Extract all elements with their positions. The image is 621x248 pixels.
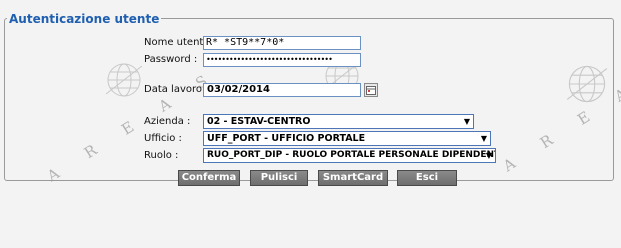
chevron-down-icon: ▼ — [480, 134, 487, 143]
ufficio-label: Ufficio : — [144, 133, 182, 144]
clear-button[interactable]: Pulisci — [250, 170, 308, 186]
username-field[interactable]: R* *ST9**7*0* — [203, 36, 361, 50]
calendar-icon[interactable] — [364, 83, 378, 97]
ruolo-value: RUO_PORT_DIP - RUOLO PORTALE PERSONALE D… — [207, 150, 496, 160]
password-field[interactable]: ••••••••••••••••••••••••••••••••• — [203, 53, 361, 67]
ufficio-select[interactable]: UFF_PORT - UFFICIO PORTALE ▼ — [203, 131, 491, 146]
login-panel: A R E A S A R E A S Autenticazione utent… — [0, 0, 621, 248]
ruolo-label: Ruolo : — [144, 150, 179, 161]
fieldset-legend: Autenticazione utente — [7, 12, 162, 26]
confirm-button[interactable]: Conferma — [178, 170, 240, 186]
azienda-value: 02 - ESTAV-CENTRO — [207, 116, 311, 127]
chevron-down-icon: ▼ — [485, 151, 492, 160]
exit-button[interactable]: Esci — [397, 170, 457, 186]
chevron-down-icon: ▼ — [463, 117, 470, 126]
azienda-select[interactable]: 02 - ESTAV-CENTRO ▼ — [203, 114, 474, 129]
ufficio-value: UFF_PORT - UFFICIO PORTALE — [207, 133, 366, 144]
date-label: Data lavoro : — [144, 84, 209, 95]
password-label: Password : — [144, 54, 198, 65]
work-date-field[interactable]: 03/02/2014 — [203, 83, 361, 97]
azienda-label: Azienda : — [144, 116, 191, 127]
ruolo-select[interactable]: RUO_PORT_DIP - RUOLO PORTALE PERSONALE D… — [203, 148, 496, 163]
smartcard-button[interactable]: SmartCard — [318, 170, 388, 186]
